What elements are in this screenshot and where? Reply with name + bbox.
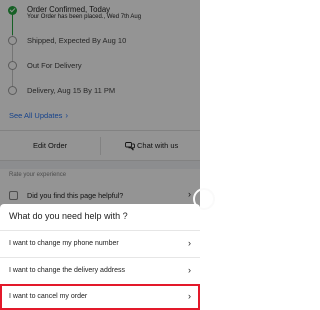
help-bottom-sheet: What do you need help with ? I want to c… xyxy=(0,204,200,310)
chevron-right-icon: › xyxy=(188,265,191,275)
chevron-right-icon: › xyxy=(188,238,191,248)
help-option-change-address[interactable]: I want to change the delivery address › xyxy=(0,257,200,283)
option-label: I want to cancel my order xyxy=(9,293,88,300)
help-option-cancel-order[interactable]: I want to cancel my order › xyxy=(0,284,200,310)
option-label: I want to change my phone number xyxy=(9,240,119,247)
help-sheet-title: What do you need help with ? xyxy=(9,211,128,221)
help-option-change-phone[interactable]: I want to change my phone number › xyxy=(0,230,200,256)
chevron-right-icon: › xyxy=(188,291,191,301)
option-label: I want to change the delivery address xyxy=(9,267,125,274)
